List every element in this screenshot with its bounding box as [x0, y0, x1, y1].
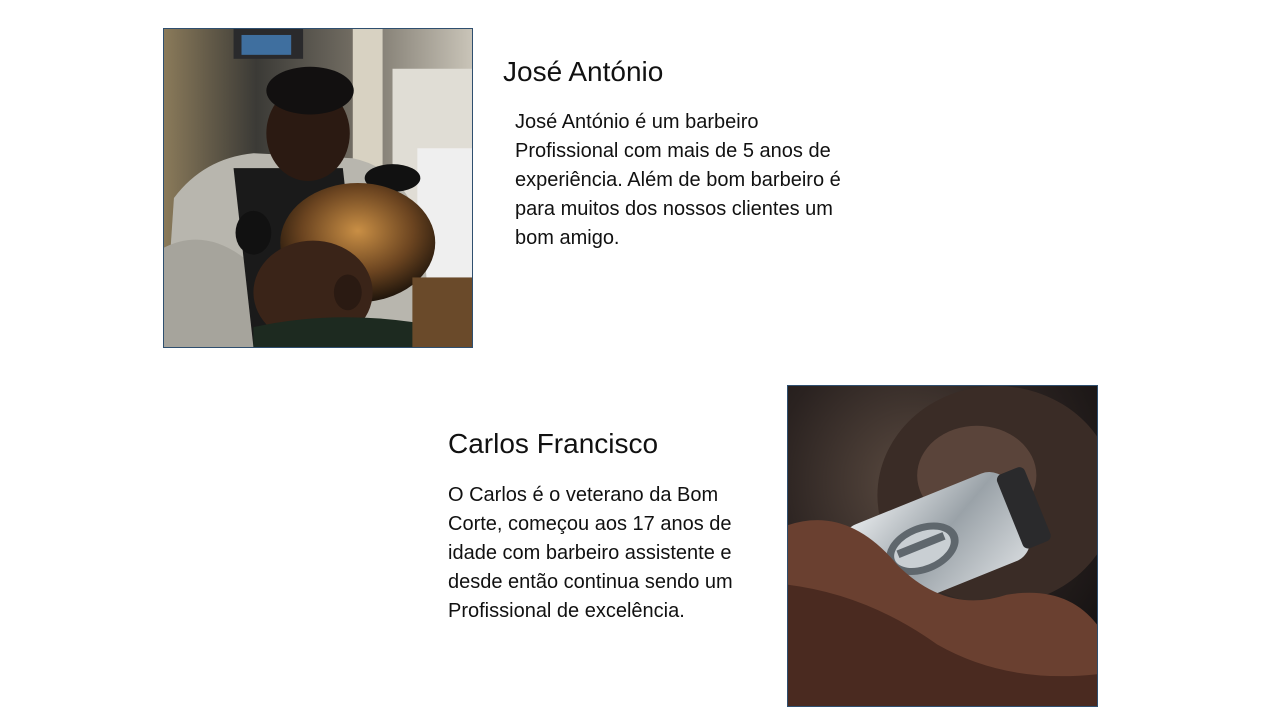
barber-cutting-hair-photo	[164, 29, 472, 347]
barber-bio-carlos: O Carlos é o veterano da Bom Corte, come…	[448, 484, 733, 622]
barber-bio-jose: José António é um barbeiro Profissional …	[515, 111, 841, 249]
barber-name-carlos: Carlos Francisco	[448, 428, 659, 459]
slide: José António José António é um barbeiro …	[0, 0, 1280, 720]
barber-name-jose: José António	[503, 56, 664, 87]
barber-photo-carlos	[787, 385, 1098, 707]
barber-photo-jose	[163, 28, 473, 348]
hair-clipper-photo	[788, 386, 1097, 706]
